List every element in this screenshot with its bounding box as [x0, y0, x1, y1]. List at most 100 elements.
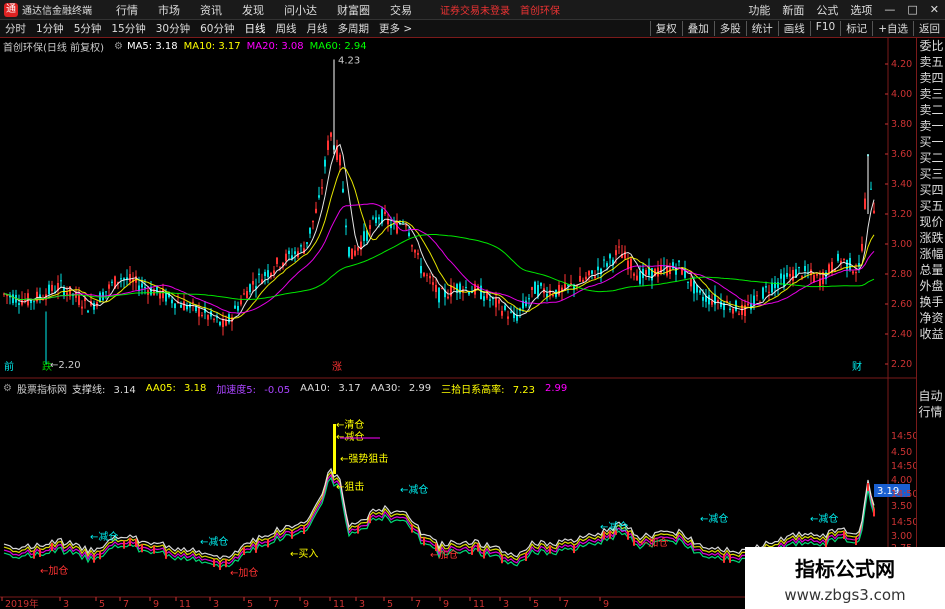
kline-candle: [405, 225, 407, 227]
kline-candle: [108, 284, 110, 289]
kline-candle: [183, 301, 185, 311]
kline-candle: [693, 280, 695, 294]
sub-y-tick-label: 4.50: [891, 447, 912, 458]
kline-candle: [60, 280, 62, 282]
x-tick-label: 3: [63, 599, 69, 609]
kline-candle: [384, 211, 386, 215]
signal-annotation: ←清仓: [336, 418, 364, 431]
kline-candle: [630, 258, 632, 271]
signal-annotation: ←强势狙击: [340, 452, 388, 465]
x-tick-label: 5: [247, 599, 253, 609]
sub-y-tick-label: 14:50: [891, 517, 918, 528]
kline-candle: [141, 283, 143, 288]
kline-candle: [411, 245, 413, 247]
kline-candle: [720, 301, 722, 307]
kline-candle: [495, 297, 497, 308]
kline-candle: [111, 281, 113, 283]
kline-candle: [450, 285, 452, 297]
kline-candle: [222, 318, 224, 328]
kline-candle: [213, 318, 215, 320]
kline-candle: [105, 291, 107, 293]
kline-candle: [789, 273, 791, 277]
kline-candle: [129, 273, 131, 282]
kline-candle: [531, 287, 533, 290]
kline-candle: [624, 251, 626, 259]
side-label: 委比: [919, 39, 944, 53]
kline-candle: [603, 259, 605, 261]
kline-candle: [636, 275, 638, 281]
kline-candle: [420, 266, 422, 274]
kline-candle: [321, 187, 323, 189]
kline-candle: [375, 217, 377, 224]
kline-candle: [591, 270, 593, 274]
x-tick-label: 3: [503, 599, 509, 609]
kline-candle: [237, 305, 239, 311]
x-tick-label: 11: [473, 599, 485, 609]
kline-candle: [174, 303, 176, 309]
x-tick-label: 11: [333, 599, 345, 609]
kline-candle: [93, 303, 95, 310]
side-label: 外盘: [919, 279, 944, 293]
kline-candle: [792, 269, 794, 281]
kline-candle: [738, 313, 740, 315]
kline-candle: [687, 281, 689, 283]
aa05-value: 3.18: [184, 382, 207, 394]
kline-candle: [423, 272, 425, 277]
quote-side-panel: 委比 卖五 卖四 卖三 卖二 卖一 买一 买二 买三 买四 买五 现价 涨跌 涨幅 总量 外盘 换手 净资 收益: [916, 38, 945, 609]
x-tick-label: 2019年: [5, 598, 39, 609]
kline-candle: [363, 231, 365, 241]
kline-candle: [21, 299, 23, 305]
kline-candle: [426, 274, 428, 276]
sub-y-tick-label: 14:50: [891, 489, 918, 500]
kline-candle: [246, 291, 248, 299]
kline-candle: [609, 254, 611, 259]
kline-candle: [786, 273, 788, 277]
sub-y-tick-label: 3.50: [891, 501, 912, 512]
x-tick-label: 3: [359, 599, 365, 609]
low-price-label: ←2.20: [50, 360, 81, 371]
side-label: 净资: [919, 311, 944, 325]
side-label: 收益: [919, 327, 944, 341]
kline-candle: [339, 154, 341, 166]
side-label: 总量: [919, 263, 944, 277]
kline-candle: [594, 276, 596, 279]
kline-candle: [81, 306, 83, 309]
sub-chart-name: 股票指标网: [16, 384, 67, 396]
kline-candle: [828, 264, 830, 274]
y-tick-label: 3.20: [891, 209, 912, 220]
kline-candle: [201, 314, 203, 317]
kline-candle: [207, 315, 209, 320]
kline-candle: [66, 292, 68, 296]
y-tick-label: 3.60: [891, 149, 912, 160]
x-tick-label: 9: [603, 599, 609, 609]
kline-candle: [447, 296, 449, 299]
kline-candle: [843, 258, 845, 260]
kline-candle: [414, 249, 416, 253]
kline-candle: [777, 282, 779, 288]
kline-candle: [489, 299, 491, 301]
kline-candle: [582, 279, 584, 282]
kline-candle: [864, 198, 866, 209]
kline-candle: [408, 232, 410, 237]
x-tick-label: 9: [443, 599, 449, 609]
kline-candle: [192, 301, 194, 303]
signal-annotation: ←减仓: [700, 512, 728, 525]
side-label: 买一: [919, 135, 944, 149]
kline-candle: [861, 243, 863, 251]
kline-candle: [453, 288, 455, 290]
kline-candle: [12, 294, 14, 304]
y-tick-label: 4.00: [891, 89, 912, 100]
kline-candle: [219, 321, 221, 326]
kline-chart-area[interactable]: 4.23←2.20 前跌涨财 ←清仓←减仓←强势狙击←狙击 ←减仓←减仓 ←减仓←减…: [0, 0, 945, 609]
kline-candle: [438, 287, 440, 303]
kline-candle: [765, 286, 767, 288]
kline-candle: [498, 299, 500, 304]
kline-candle: [6, 295, 8, 297]
settings-icon[interactable]: ⚙: [3, 383, 12, 394]
kline-candle: [276, 257, 278, 264]
kline-candle: [429, 275, 431, 279]
x-tick-label: 5: [99, 599, 105, 609]
kline-candle: [87, 310, 89, 313]
kline-candle: [171, 299, 173, 304]
kline-candle: [804, 265, 806, 271]
